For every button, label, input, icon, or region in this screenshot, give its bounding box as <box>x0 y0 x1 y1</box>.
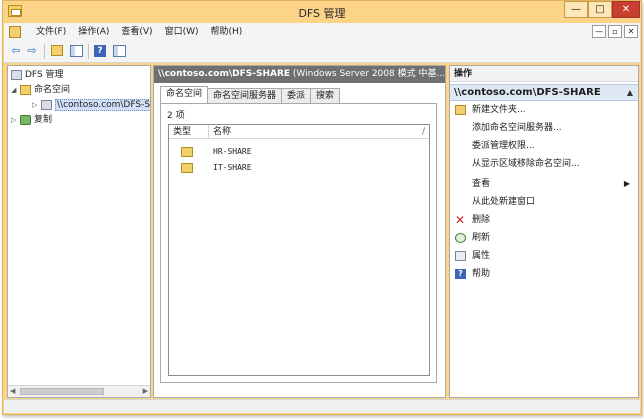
menu-window[interactable]: 窗口(W) <box>159 23 205 41</box>
folder-icon <box>181 163 193 173</box>
folder-list[interactable]: 类型 名称 / HR-SHARE IT-SHARE <box>168 124 430 376</box>
toolbar-separator <box>88 44 89 59</box>
list-header: 类型 名称 / <box>169 125 429 139</box>
toolbar-separator <box>44 44 45 59</box>
action-new-window-from-here[interactable]: 从此处新建窗口 <box>450 194 638 210</box>
action-add-namespace-server[interactable]: 添加命名空间服务器... <box>450 120 638 136</box>
toolbar: ⇦ ⇨ ? <box>4 41 640 63</box>
menu-items: 文件(F) 操作(A) 查看(V) 窗口(W) 帮助(H) <box>30 23 248 41</box>
item-count: 2 项 <box>167 111 185 121</box>
new-folder-icon <box>455 105 466 115</box>
menu-action[interactable]: 操作(A) <box>72 23 115 41</box>
header-mode: (Windows Server 2008 模式 中基... <box>292 69 445 79</box>
menu-help[interactable]: 帮助(H) <box>205 23 249 41</box>
tab-namespace-servers[interactable]: 命名空间服务器 <box>207 88 283 103</box>
back-arrow-icon[interactable]: ⇦ <box>8 44 24 59</box>
sort-icon: / <box>421 127 425 137</box>
namespace-icon <box>20 84 31 95</box>
menu-bar: 文件(F) 操作(A) 查看(V) 窗口(W) 帮助(H) — ▫ ✕ <box>4 23 640 41</box>
menu-file[interactable]: 文件(F) <box>30 23 72 41</box>
tab-namespace[interactable]: 命名空间 <box>160 86 209 103</box>
scroll-left-icon[interactable]: ◀ <box>10 387 15 395</box>
window-title: DFS 管理 <box>298 7 346 20</box>
tab-search[interactable]: 搜索 <box>310 88 341 103</box>
action-remove-namespace-from-display[interactable]: 从显示区域移除命名空间... <box>450 156 638 172</box>
delete-icon: ✕ <box>455 213 466 227</box>
action-help[interactable]: ? 帮助 <box>450 266 638 282</box>
list-item[interactable]: IT-SHARE <box>169 161 429 175</box>
column-type[interactable]: 类型 <box>169 125 209 139</box>
submenu-arrow-icon: ▶ <box>623 179 630 188</box>
actions-section-header[interactable]: \\contoso.com\DFS-SHARE ▲ <box>450 84 638 101</box>
show-hide-console-tree-icon[interactable] <box>68 44 84 59</box>
list-item[interactable]: HR-SHARE <box>169 145 429 159</box>
action-view[interactable]: 查看 ▶ <box>450 176 638 192</box>
tree-item-replication[interactable]: ▷ 复制 <box>11 113 52 128</box>
folder-icon <box>181 147 193 157</box>
maximize-button[interactable]: □ <box>588 1 612 18</box>
mdi-close-button[interactable]: ✕ <box>624 25 638 38</box>
expand-arrow-icon[interactable]: ▷ <box>11 113 20 128</box>
close-button[interactable]: ✕ <box>612 1 640 18</box>
namespace-share-icon <box>41 99 52 110</box>
actions-title: 操作 <box>450 66 638 82</box>
scroll-right-icon[interactable]: ▶ <box>143 387 148 395</box>
horizontal-scrollbar[interactable]: ◀ ▶ <box>8 385 150 397</box>
header-path: \\contoso.com\DFS-SHARE <box>158 69 291 79</box>
dfs-management-icon <box>11 69 22 80</box>
tree-item-dfs-management[interactable]: DFS 管理 <box>11 68 64 83</box>
tab-strip: 命名空间 命名空间服务器 委派 搜索 <box>160 86 341 103</box>
action-delete[interactable]: ✕ 删除 <box>450 212 638 228</box>
mdi-buttons: — ▫ ✕ <box>592 25 638 38</box>
collapse-section-icon[interactable]: ▲ <box>627 85 633 100</box>
console-tree: DFS 管理 ◢命名空间 ▷\\contoso.com\DFS-SHARE ▷复… <box>7 65 151 398</box>
refresh-icon <box>455 233 466 243</box>
scrollbar-thumb[interactable] <box>20 388 104 395</box>
tab-content: 2 项 类型 名称 / HR-SHARE IT-SHARE <box>160 103 437 383</box>
actions-pane: 操作 \\contoso.com\DFS-SHARE ▲ 新建文件夹... 添加… <box>449 65 639 398</box>
action-delegate-permissions[interactable]: 委派管理权限... <box>450 138 638 154</box>
replication-icon <box>20 114 31 125</box>
mdi-minimize-button[interactable]: — <box>592 25 606 38</box>
expand-arrow-icon[interactable]: ▷ <box>32 98 41 113</box>
mmc-icon[interactable] <box>9 26 21 38</box>
help-icon[interactable]: ? <box>92 44 108 59</box>
mdi-restore-button[interactable]: ▫ <box>608 25 622 38</box>
action-refresh[interactable]: 刷新 <box>450 230 638 246</box>
minimize-button[interactable]: — <box>564 1 588 18</box>
column-name[interactable]: 名称 / <box>209 125 429 139</box>
results-pane: \\contoso.com\DFS-SHARE (Windows Server … <box>153 65 446 398</box>
tab-delegation[interactable]: 委派 <box>281 88 312 103</box>
tree-item-dfs-share[interactable]: ▷\\contoso.com\DFS-SHARE <box>32 98 150 113</box>
dfs-management-window: DFS 管理 — □ ✕ 文件(F) 操作(A) 查看(V) 窗口(W) 帮助(… <box>2 0 642 415</box>
action-new-folder[interactable]: 新建文件夹... <box>450 102 638 118</box>
title-bar[interactable]: DFS 管理 — □ ✕ <box>3 1 641 23</box>
menu-view[interactable]: 查看(V) <box>115 23 158 41</box>
tree-item-namespaces[interactable]: ◢ 命名空间 <box>11 83 70 98</box>
status-bar <box>4 399 640 413</box>
up-one-level-icon[interactable] <box>49 44 65 59</box>
collapse-arrow-icon[interactable]: ◢ <box>11 83 20 98</box>
help-icon: ? <box>455 269 466 279</box>
forward-arrow-icon[interactable]: ⇨ <box>24 44 40 59</box>
results-pane-header: \\contoso.com\DFS-SHARE (Windows Server … <box>154 66 445 83</box>
action-properties[interactable]: 属性 <box>450 248 638 264</box>
properties-icon <box>455 251 466 261</box>
show-hide-action-pane-icon[interactable] <box>111 44 127 59</box>
